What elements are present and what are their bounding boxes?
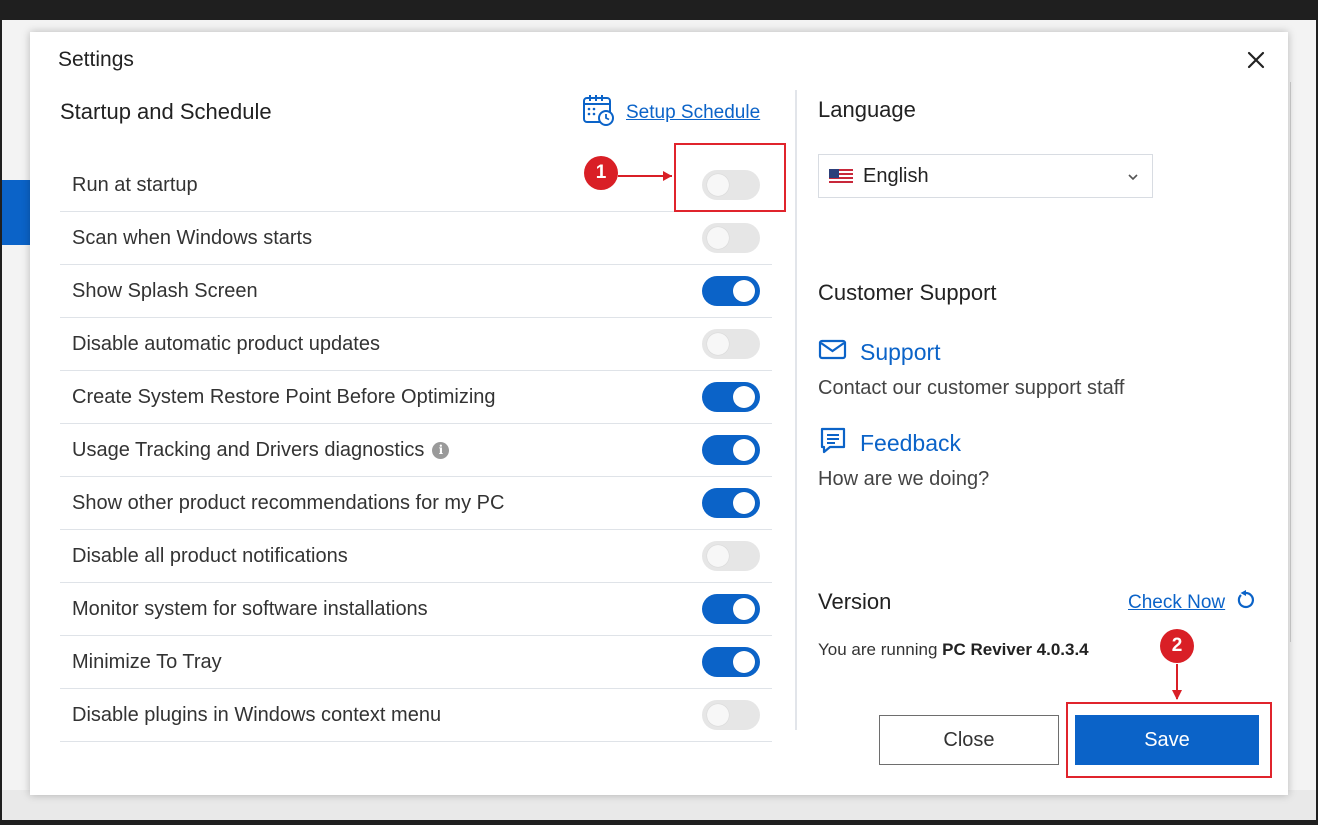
toggle-restore-point[interactable] [702, 382, 760, 412]
option-label: Disable all product notifications [72, 544, 348, 567]
toggle-scan-windows-starts[interactable] [702, 223, 760, 253]
option-label: Show Splash Screen [72, 279, 258, 302]
toggle-context-menu[interactable] [702, 700, 760, 730]
settings-dialog: Settings Startup and Schedule Setup Sche… [30, 32, 1288, 795]
option-row-run-at-startup: Run at startup [60, 159, 772, 212]
toggle-monitor-installs[interactable] [702, 594, 760, 624]
option-label: Run at startup [72, 173, 198, 196]
option-label: Scan when Windows starts [72, 226, 313, 249]
customer-support-heading: Customer Support [818, 280, 997, 305]
toggle-recommendations[interactable] [702, 488, 760, 518]
support-description: Contact our customer support staff [818, 377, 1125, 399]
option-label: Create System Restore Point Before Optim… [72, 385, 496, 408]
background-nav-highlight [2, 180, 30, 245]
background-divider [1290, 82, 1291, 642]
option-row-notifications: Disable all product notifications [60, 530, 772, 583]
annotation-badge-1: 1 [584, 156, 618, 190]
feedback-link[interactable]: Feedback [818, 425, 961, 461]
feedback-icon [818, 425, 848, 461]
option-label: Usage Tracking and Drivers diagnostics i [72, 439, 450, 462]
option-row-recommendations: Show other product recommendations for m… [60, 477, 772, 530]
option-label: Disable automatic product updates [72, 332, 380, 355]
option-label: Show other product recommendations for m… [72, 491, 505, 514]
dialog-title: Settings [58, 48, 134, 71]
option-row-monitor-installs: Monitor system for software installation… [60, 583, 772, 636]
feedback-label: Feedback [860, 429, 962, 456]
startup-options-list: Run at startup Scan when Windows starts … [60, 159, 772, 742]
info-panel: Language English Customer Support Suppor… [818, 32, 1268, 795]
option-label: Minimize To Tray [72, 650, 222, 673]
startup-heading: Startup and Schedule [60, 99, 272, 124]
option-row-minimize-tray: Minimize To Tray [60, 636, 772, 689]
setup-schedule-link[interactable]: Setup Schedule [582, 93, 760, 133]
version-heading: Version [818, 589, 892, 614]
option-row-restore-point: Create System Restore Point Before Optim… [60, 371, 772, 424]
mail-icon [818, 334, 848, 370]
toggle-splash-screen[interactable] [702, 276, 760, 306]
feedback-description: How are we doing? [818, 468, 990, 490]
support-link[interactable]: Support [818, 334, 941, 370]
toggle-disable-updates[interactable] [702, 329, 760, 359]
version-text: You are running PC Reviver 4.0.3.4 [818, 640, 1089, 659]
info-icon[interactable]: i [432, 441, 450, 459]
calendar-clock-icon [582, 93, 616, 133]
product-version: PC Reviver 4.0.3.4 [942, 640, 1089, 659]
option-row-usage-tracking: Usage Tracking and Drivers diagnostics i [60, 424, 772, 477]
option-row-disable-updates: Disable automatic product updates [60, 318, 772, 371]
chevron-down-icon [1126, 167, 1140, 181]
language-select[interactable]: English [818, 154, 1153, 198]
refresh-icon [1235, 589, 1257, 617]
annotation-box-2 [1066, 702, 1272, 778]
toggle-usage-tracking[interactable] [702, 435, 760, 465]
option-row-context-menu: Disable plugins in Windows context menu [60, 689, 772, 742]
annotation-badge-2: 2 [1160, 629, 1194, 663]
annotation-box-1 [674, 143, 786, 212]
option-row-splash-screen: Show Splash Screen [60, 265, 772, 318]
toggle-minimize-tray[interactable] [702, 647, 760, 677]
close-button[interactable]: Close [879, 715, 1059, 765]
language-heading: Language [818, 97, 916, 122]
toggle-notifications[interactable] [702, 541, 760, 571]
setup-schedule-label: Setup Schedule [626, 102, 761, 123]
option-label: Monitor system for software installation… [72, 597, 428, 620]
option-label: Disable plugins in Windows context menu [72, 703, 442, 726]
language-selected: English [863, 164, 929, 187]
support-label: Support [860, 338, 941, 365]
option-row-scan-windows-starts: Scan when Windows starts [60, 212, 772, 265]
us-flag-icon [829, 168, 853, 185]
check-now-link[interactable]: Check Now [1128, 589, 1257, 617]
panel-divider [795, 90, 797, 730]
check-now-label: Check Now [1128, 592, 1226, 613]
